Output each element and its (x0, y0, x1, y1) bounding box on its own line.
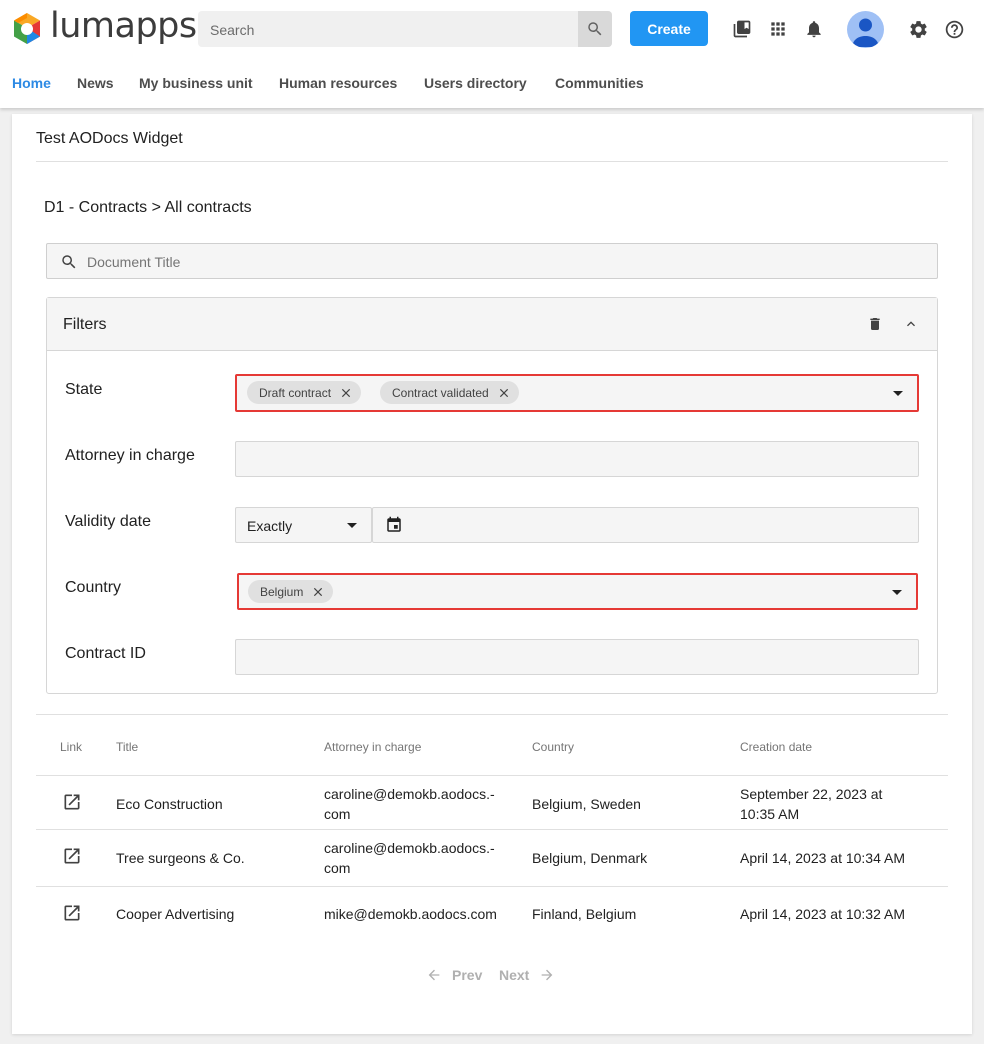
nav-item-home[interactable]: Home (12, 75, 51, 91)
row-creation-date: April 14, 2023 at 10:34 AM (740, 850, 905, 866)
widget-title: Test AODocs Widget (36, 130, 183, 147)
row-divider (36, 775, 948, 776)
column-header-country[interactable]: Country (532, 740, 574, 754)
row-title: Tree surgeons & Co. (116, 850, 245, 866)
chip-draft-contract: Draft contract (247, 381, 362, 404)
row-attorney-cont: com (324, 860, 351, 876)
state-select[interactable]: Draft contract Contract validated (235, 374, 919, 412)
filters-panel: Filters State Draft contract Contract va… (46, 297, 938, 694)
calendar-icon[interactable] (385, 516, 403, 534)
state-label: State (65, 381, 103, 398)
divider (36, 161, 948, 162)
search-input[interactable]: Search (210, 22, 254, 38)
help-icon (945, 20, 963, 38)
filters-header[interactable]: Filters (47, 298, 937, 351)
chip-label: Draft contract (259, 385, 332, 400)
document-title-input[interactable]: Document Title (87, 254, 180, 270)
search-icon (62, 255, 76, 269)
top-bar: lumapps Search Create Home News My busin… (0, 0, 984, 108)
chip-contract-validated: Contract validated (380, 381, 519, 404)
search-icon (588, 22, 602, 36)
row-attorney: mike@demokb.aodocs.com (324, 906, 497, 922)
remove-chip-button[interactable] (497, 386, 511, 400)
row-attorney: caroline@demokb.aodocs.- (324, 786, 495, 802)
remove-chip-button[interactable] (311, 585, 325, 599)
date-operator-value: Exactly (247, 518, 293, 534)
divider (36, 714, 948, 715)
arrow-right-icon (542, 969, 553, 981)
create-button[interactable]: Create (630, 11, 708, 46)
attorney-label: Attorney in charge (65, 447, 195, 464)
row-creation-date: September 22, 2023 at (740, 786, 883, 802)
chip-label: Contract validated (392, 385, 489, 400)
bell-icon (807, 21, 821, 38)
search-button[interactable] (578, 11, 612, 47)
filters-title: Filters (63, 316, 107, 333)
row-country: Belgium, Denmark (532, 850, 648, 866)
dropdown-arrow-icon (893, 391, 903, 396)
column-header-attorney[interactable]: Attorney in charge (324, 740, 421, 754)
nav-item-business-unit[interactable]: My business unit (139, 75, 253, 91)
settings-button[interactable] (907, 18, 929, 40)
row-creation-date-cont: 10:35 AM (740, 806, 800, 822)
nav-item-communities[interactable]: Communities (555, 75, 644, 91)
next-label: Next (499, 967, 530, 983)
apps-button[interactable] (767, 18, 789, 40)
close-icon (499, 388, 508, 397)
trash-icon[interactable] (867, 315, 883, 333)
dropdown-arrow-icon (892, 590, 902, 595)
close-icon (314, 587, 323, 596)
date-operator-select[interactable]: Exactly (235, 507, 372, 543)
global-search[interactable]: Search (198, 11, 612, 47)
nav-item-users-directory[interactable]: Users directory (424, 75, 527, 91)
chevron-up-icon[interactable] (903, 316, 919, 332)
document-search-field[interactable]: Document Title (46, 243, 938, 279)
row-creation-date: April 14, 2023 at 10:32 AM (740, 906, 905, 922)
row-attorney: caroline@demokb.aodocs.- (324, 840, 495, 856)
arrow-left-icon (428, 969, 440, 981)
prev-label: Prev (452, 967, 483, 983)
help-button[interactable] (943, 18, 965, 40)
row-country: Belgium, Sweden (532, 796, 641, 812)
user-avatar[interactable] (847, 11, 884, 48)
close-icon (341, 388, 351, 397)
apps-grid-icon (771, 22, 785, 36)
open-in-new-icon[interactable] (62, 792, 82, 812)
nav-item-news[interactable]: News (77, 75, 114, 91)
dropdown-arrow-icon (347, 523, 357, 528)
nav-item-human-resources[interactable]: Human resources (279, 75, 397, 91)
row-title: Eco Construction (116, 796, 223, 812)
contract-id-label: Contract ID (65, 645, 146, 662)
breadcrumb: D1 - Contracts > All contracts (44, 199, 252, 216)
next-button[interactable]: Next (499, 967, 555, 983)
contract-id-input[interactable] (235, 639, 919, 675)
column-header-creation-date[interactable]: Creation date (740, 740, 812, 754)
prev-button[interactable]: Prev (426, 967, 482, 983)
row-divider (36, 829, 948, 830)
row-attorney-cont: com (324, 806, 351, 822)
bookmarks-button[interactable] (731, 18, 753, 40)
open-in-new-icon[interactable] (62, 903, 82, 923)
notifications-button[interactable] (803, 18, 825, 40)
row-title: Cooper Advertising (116, 906, 235, 922)
open-in-new-icon[interactable] (62, 846, 82, 866)
column-header-link: Link (60, 740, 83, 754)
library-icon (733, 20, 751, 38)
remove-chip-button[interactable] (339, 386, 353, 400)
widget-card: Test AODocs Widget D1 - Contracts > All … (12, 114, 972, 1034)
attorney-input[interactable] (235, 441, 919, 477)
country-label: Country (65, 579, 122, 596)
chip-label: Belgium (260, 584, 304, 599)
lumapps-logo[interactable] (10, 12, 44, 46)
user-icon (852, 18, 879, 47)
gear-icon (909, 20, 927, 38)
date-input[interactable] (372, 507, 919, 543)
row-divider (36, 886, 948, 887)
brand-name: lumapps (50, 6, 197, 46)
validity-date-label: Validity date (65, 513, 151, 530)
column-header-title[interactable]: Title (116, 740, 138, 754)
chip-belgium: Belgium (248, 580, 334, 603)
row-country: Finland, Belgium (532, 906, 637, 922)
country-select[interactable]: Belgium (237, 573, 918, 610)
